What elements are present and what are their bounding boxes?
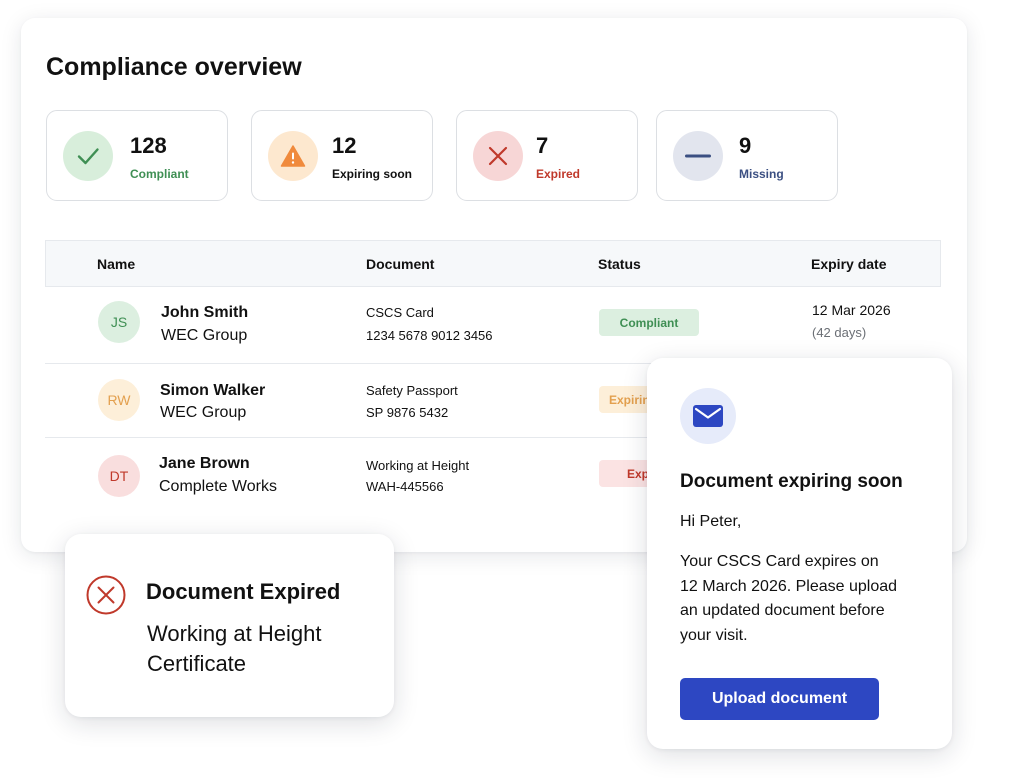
person-company: Complete Works bbox=[159, 478, 277, 495]
stat-value: 9 bbox=[739, 133, 752, 158]
email-notification: Document expiring soon Hi Peter, Your CS… bbox=[647, 358, 952, 749]
avatar: JS bbox=[98, 301, 140, 343]
document-number: 1234 5678 9012 3456 bbox=[366, 328, 493, 343]
document-number: SP 9876 5432 bbox=[366, 405, 449, 420]
email-body-line: an updated document before bbox=[680, 602, 885, 619]
notification-title: Document Expired bbox=[146, 579, 341, 604]
document-number: WAH-445566 bbox=[366, 479, 444, 494]
check-icon bbox=[63, 131, 113, 181]
document-name: CSCS Card bbox=[366, 305, 434, 320]
stat-card-missing[interactable]: 9 Missing bbox=[656, 110, 838, 201]
document-name: Working at Height bbox=[366, 458, 470, 473]
stat-value: 7 bbox=[536, 133, 549, 158]
minus-icon bbox=[673, 131, 723, 181]
email-body-line: Your CSCS Card expires on bbox=[680, 553, 879, 570]
column-header-document[interactable]: Document bbox=[366, 256, 434, 272]
status-badge: Compliant bbox=[599, 309, 699, 336]
envelope-icon bbox=[680, 388, 736, 444]
expiry-date: 12 Mar 2026 bbox=[812, 302, 891, 318]
upload-document-button[interactable]: Upload document bbox=[680, 678, 879, 720]
table-row[interactable]: JS John Smith WEC Group CSCS Card 1234 5… bbox=[45, 287, 941, 364]
stat-label: Expiring soon bbox=[332, 167, 413, 181]
warning-icon bbox=[268, 131, 318, 181]
column-header-name[interactable]: Name bbox=[97, 256, 135, 272]
stat-value: 128 bbox=[130, 133, 167, 158]
person-name: John Smith bbox=[161, 304, 249, 321]
stat-card-expired[interactable]: 7 Expired bbox=[456, 110, 638, 201]
email-greeting: Hi Peter, bbox=[680, 513, 742, 530]
page-title: Compliance overview bbox=[46, 53, 302, 81]
column-header-status[interactable]: Status bbox=[598, 256, 641, 272]
email-body: Your CSCS Card expires on 12 March 2026.… bbox=[680, 550, 897, 648]
stat-label: Compliant bbox=[130, 167, 189, 181]
x-icon bbox=[473, 131, 523, 181]
email-body-line: 12 March 2026. Please upload bbox=[680, 577, 898, 595]
stat-card-expiring[interactable]: 12 Expiring soon bbox=[251, 110, 433, 201]
person-name: Jane Brown bbox=[159, 455, 250, 472]
email-body-line: your visit. bbox=[680, 626, 748, 644]
notification-line: Certificate bbox=[147, 651, 247, 676]
expired-notification: Document Expired Working at Height Certi… bbox=[65, 534, 394, 717]
stat-card-compliant[interactable]: 128 Compliant bbox=[46, 110, 228, 201]
column-header-expiry[interactable]: Expiry date bbox=[811, 256, 886, 272]
person-name: Simon Walker bbox=[160, 382, 266, 399]
table-header: Name Document Status Expiry date bbox=[45, 240, 941, 287]
x-circle-icon bbox=[85, 574, 127, 621]
avatar: DT bbox=[98, 455, 140, 497]
avatar: RW bbox=[98, 379, 140, 421]
person-company: WEC Group bbox=[161, 327, 248, 344]
stat-label: Expired bbox=[536, 167, 581, 181]
stat-value: 12 bbox=[332, 133, 357, 158]
notification-line: Working at Height bbox=[147, 621, 322, 646]
person-company: WEC Group bbox=[160, 404, 247, 421]
expiry-remaining: (42 days) bbox=[812, 325, 867, 340]
stat-label: Missing bbox=[739, 167, 784, 181]
email-title: Document expiring soon bbox=[680, 471, 903, 492]
document-name: Safety Passport bbox=[366, 383, 458, 398]
